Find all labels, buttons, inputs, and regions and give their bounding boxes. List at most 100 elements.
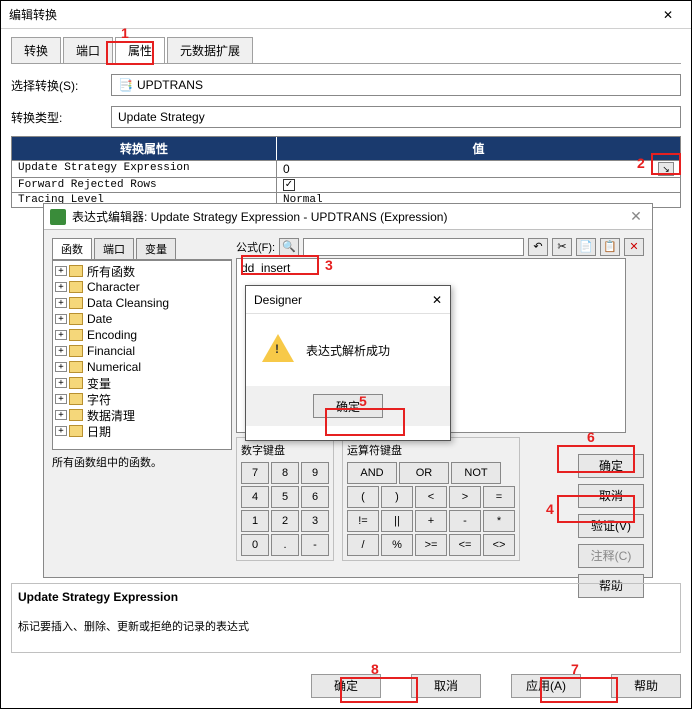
table-row[interactable]: Update Strategy Expression 0 ↘ (12, 160, 680, 177)
folder-icon (69, 345, 83, 357)
forward-rejected-checkbox[interactable]: ✓ (283, 179, 295, 191)
expr-close-icon[interactable]: ✕ (626, 208, 646, 225)
op-key[interactable]: % (381, 534, 413, 556)
numpad-key[interactable]: - (301, 534, 329, 556)
expand-icon[interactable]: + (55, 410, 67, 420)
op-key[interactable]: || (381, 510, 413, 532)
op-key[interactable]: * (483, 510, 515, 532)
tree-item-label: 所有函数 (87, 263, 135, 280)
numpad-key[interactable]: 7 (241, 462, 269, 484)
numpad-key[interactable]: 5 (271, 486, 299, 508)
expand-icon[interactable]: + (55, 314, 67, 324)
oppad-title: 运算符键盘 (347, 442, 515, 458)
numpad-key[interactable]: 3 (301, 510, 329, 532)
op-key[interactable]: / (347, 534, 379, 556)
desc-text: 标记要插入、删除、更新或拒绝的记录的表达式 (18, 618, 674, 634)
table-row[interactable]: Forward Rejected Rows ✓ (12, 177, 680, 192)
window-title: 编辑转换 (9, 1, 57, 29)
expand-icon[interactable]: + (55, 362, 67, 372)
tab-port[interactable]: 端口 (63, 37, 113, 63)
numpad-key[interactable]: 6 (301, 486, 329, 508)
numpad-key[interactable]: 0 (241, 534, 269, 556)
numeric-keypad: 数字键盘 7894561230.- (236, 437, 334, 561)
undo-icon[interactable]: ↶ (528, 238, 548, 256)
op-key[interactable]: ) (381, 486, 413, 508)
folder-icon (69, 377, 83, 389)
numpad-key[interactable]: 8 (271, 462, 299, 484)
tree-item[interactable]: + 所有函数 (55, 263, 229, 279)
expand-icon[interactable]: + (55, 394, 67, 404)
op-key[interactable]: NOT (451, 462, 501, 484)
tree-item[interactable]: +Data Cleansing (55, 295, 229, 311)
tab-properties[interactable]: 属性 (115, 37, 165, 63)
paste-icon[interactable]: 📋 (600, 238, 620, 256)
tree-item[interactable]: +Character (55, 279, 229, 295)
folder-icon (69, 329, 83, 341)
op-key[interactable]: - (449, 510, 481, 532)
op-key[interactable]: + (415, 510, 447, 532)
operator-keypad: 运算符键盘 ANDORNOT ()<>=!=||+-*/%>=<=<> (342, 437, 520, 561)
prop-value[interactable]: 0 ↘ (277, 161, 680, 177)
transform-type-row: 转换类型: Update Strategy (11, 106, 681, 128)
copy-icon[interactable]: 📄 (576, 238, 596, 256)
tree-item[interactable]: +数据清理 (55, 407, 229, 423)
expand-icon[interactable]: + (55, 346, 67, 356)
tree-item[interactable]: +变量 (55, 375, 229, 391)
formula-combo[interactable] (303, 238, 524, 256)
search-icon[interactable]: 🔍 (279, 238, 299, 256)
op-key[interactable]: <> (483, 534, 515, 556)
expression-edit-button[interactable]: ↘ (658, 162, 674, 176)
close-icon[interactable]: ✕ (653, 1, 683, 29)
expr-ok-button[interactable]: 确定 (578, 454, 644, 478)
function-tree[interactable]: + 所有函数+Character+Data Cleansing+Date+Enco… (52, 260, 232, 450)
op-key[interactable]: < (415, 486, 447, 508)
folder-icon (69, 297, 83, 309)
op-key[interactable]: != (347, 510, 379, 532)
delete-icon[interactable]: ✕ (624, 238, 644, 256)
tab-metadata[interactable]: 元数据扩展 (167, 37, 253, 63)
tab-variables[interactable]: 变量 (136, 238, 176, 259)
tab-functions[interactable]: 函数 (52, 238, 92, 259)
expand-icon[interactable]: + (55, 426, 67, 436)
tree-item[interactable]: +Numerical (55, 359, 229, 375)
tree-item[interactable]: +字符 (55, 391, 229, 407)
numpad-key[interactable]: 9 (301, 462, 329, 484)
op-key[interactable]: = (483, 486, 515, 508)
tree-item[interactable]: + Financial (55, 343, 229, 359)
expand-icon[interactable]: + (55, 298, 67, 308)
expand-icon[interactable]: + (55, 266, 67, 276)
select-transform-label: 选择转换(S): (11, 77, 111, 94)
expand-icon[interactable]: + (55, 378, 67, 388)
numpad-key[interactable]: 1 (241, 510, 269, 532)
numpad-key[interactable]: . (271, 534, 299, 556)
expr-comment-button[interactable]: 注释(C) (578, 544, 644, 568)
op-key[interactable]: AND (347, 462, 397, 484)
expand-icon[interactable]: + (55, 282, 67, 292)
prop-value[interactable]: ✓ (277, 178, 680, 192)
tree-item[interactable]: +日期 (55, 423, 229, 439)
expr-cancel-button[interactable]: 取消 (578, 484, 644, 508)
tree-item[interactable]: +Encoding (55, 327, 229, 343)
tree-item-label: Financial (87, 344, 135, 358)
op-key[interactable]: ( (347, 486, 379, 508)
cut-icon[interactable]: ✂ (552, 238, 572, 256)
window-titlebar: 编辑转换 ✕ (1, 1, 691, 29)
op-key[interactable]: > (449, 486, 481, 508)
select-transform-field[interactable]: 📑 UPDTRANS (111, 74, 681, 96)
main-apply-button[interactable]: 应用(A) (511, 674, 581, 698)
op-key[interactable]: <= (449, 534, 481, 556)
expand-icon[interactable]: + (55, 330, 67, 340)
msg-close-icon[interactable]: ✕ (432, 286, 442, 313)
op-key[interactable]: >= (415, 534, 447, 556)
tab-transform[interactable]: 转换 (11, 37, 61, 63)
op-key[interactable]: OR (399, 462, 449, 484)
tab-ports[interactable]: 端口 (94, 238, 134, 259)
msg-ok-button[interactable]: 确定 (313, 394, 383, 418)
expr-validate-button[interactable]: 验证(V) (578, 514, 644, 538)
tree-item[interactable]: +Date (55, 311, 229, 327)
numpad-key[interactable]: 4 (241, 486, 269, 508)
main-ok-button[interactable]: 确定 (311, 674, 381, 698)
numpad-key[interactable]: 2 (271, 510, 299, 532)
main-cancel-button[interactable]: 取消 (411, 674, 481, 698)
main-help-button[interactable]: 帮助 (611, 674, 681, 698)
